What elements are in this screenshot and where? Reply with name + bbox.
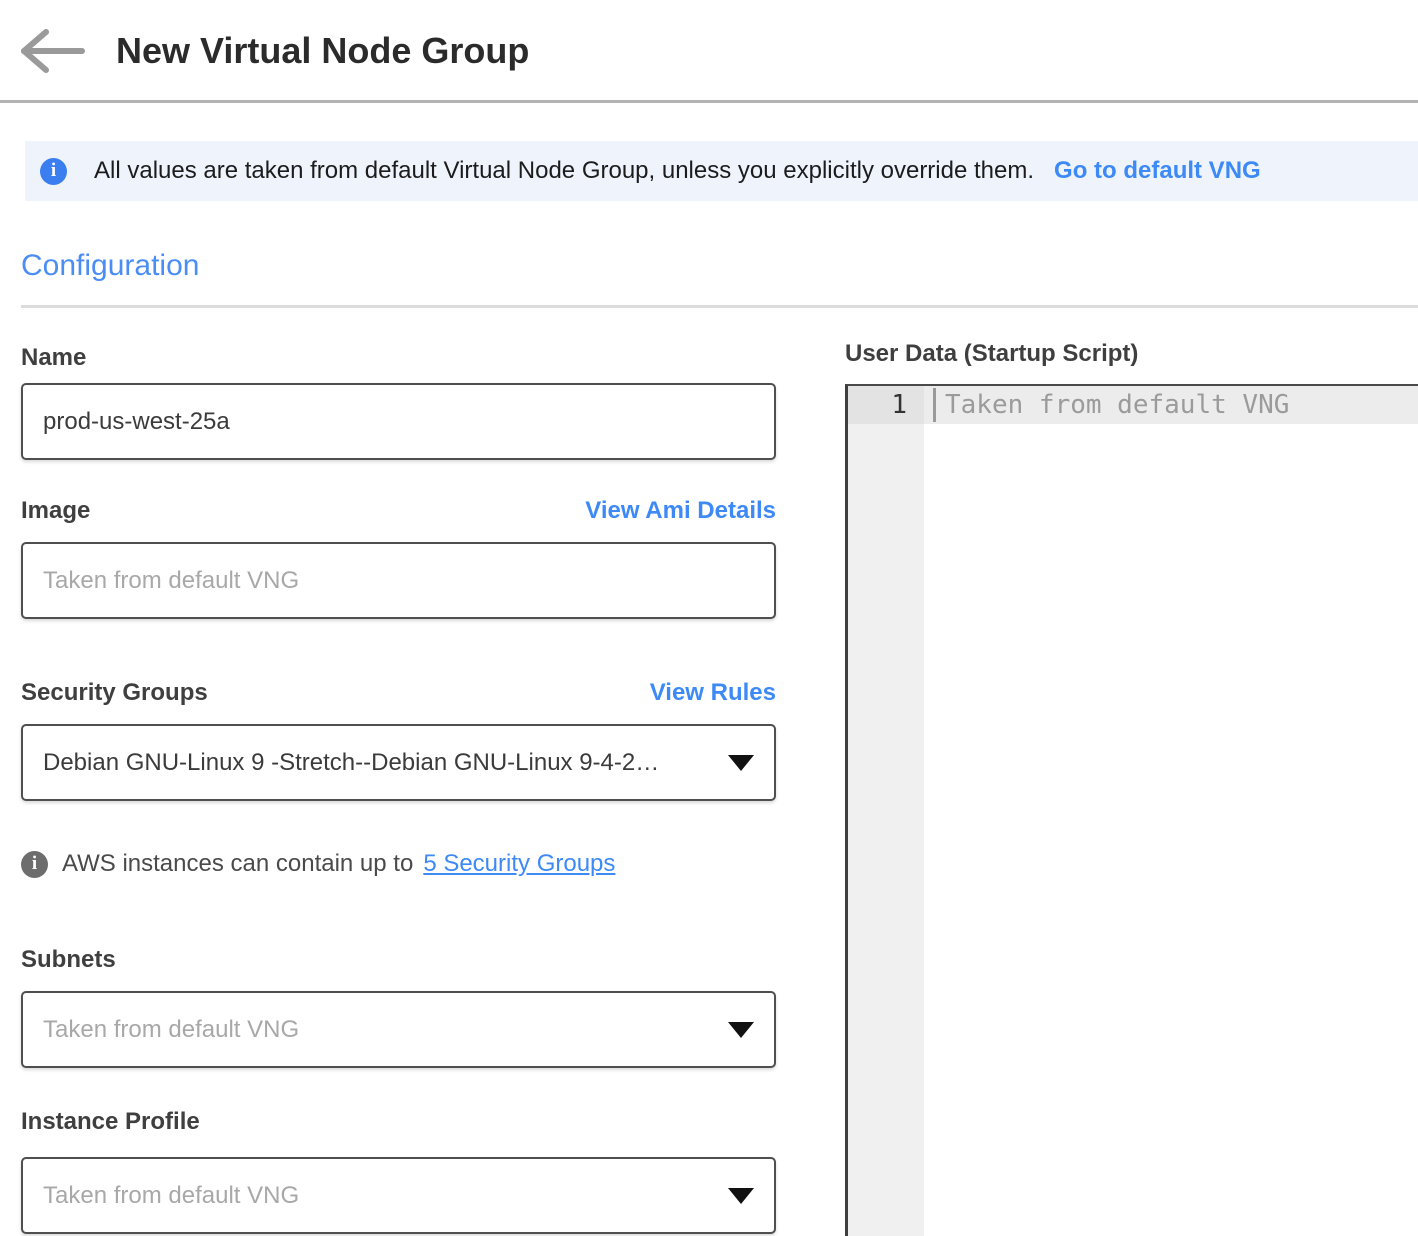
info-icon: i [21, 851, 48, 878]
name-label: Name [21, 344, 776, 372]
user-data-section: User Data (Startup Script) 1 Taken from … [845, 308, 1418, 1236]
image-input[interactable] [21, 542, 776, 619]
page-title: New Virtual Node Group [116, 30, 529, 72]
name-input[interactable] [21, 383, 776, 460]
security-groups-info: i AWS instances can contain up to 5 Secu… [21, 850, 776, 878]
go-to-default-vng-link[interactable]: Go to default VNG [1054, 157, 1261, 185]
info-banner: i All values are taken from default Virt… [25, 141, 1418, 201]
page-header: New Virtual Node Group [0, 0, 1418, 82]
form-columns: Name Image View Ami Details Security Gro… [0, 308, 1418, 1236]
header-divider [0, 100, 1418, 103]
editor-placeholder: Taken from default VNG [945, 386, 1289, 424]
caret-down-icon [728, 1188, 754, 1204]
banner-text: All values are taken from default Virtua… [94, 157, 1034, 185]
view-ami-details-link[interactable]: View Ami Details [585, 497, 776, 525]
image-label: Image [21, 497, 90, 525]
security-groups-value: Debian GNU-Linux 9 -Stretch--Debian GNU-… [43, 749, 712, 777]
subnets-select[interactable]: Taken from default VNG [21, 991, 776, 1068]
user-data-label: User Data (Startup Script) [845, 340, 1418, 368]
configuration-form: Name Image View Ami Details Security Gro… [21, 308, 776, 1234]
security-groups-select[interactable]: Debian GNU-Linux 9 -Stretch--Debian GNU-… [21, 724, 776, 801]
security-groups-info-text: AWS instances can contain up to [62, 850, 413, 878]
line-number: 1 [848, 386, 924, 424]
view-rules-link[interactable]: View Rules [650, 679, 776, 707]
subnets-placeholder: Taken from default VNG [43, 1016, 712, 1044]
five-security-groups-link[interactable]: 5 Security Groups [423, 850, 615, 878]
caret-down-icon [728, 1022, 754, 1038]
instance-profile-select[interactable]: Taken from default VNG [21, 1157, 776, 1234]
configuration-heading: Configuration [21, 249, 1418, 283]
back-arrow-icon[interactable] [20, 28, 86, 74]
user-data-editor[interactable]: 1 Taken from default VNG [845, 384, 1418, 1236]
security-groups-label: Security Groups [21, 679, 208, 707]
info-icon: i [40, 158, 67, 185]
caret-down-icon [728, 755, 754, 771]
instance-profile-placeholder: Taken from default VNG [43, 1182, 712, 1210]
editor-line-1[interactable]: 1 Taken from default VNG [848, 386, 1418, 424]
subnets-label: Subnets [21, 946, 776, 974]
instance-profile-label: Instance Profile [21, 1108, 776, 1136]
text-cursor [933, 388, 936, 422]
editor-gutter [848, 386, 924, 1236]
